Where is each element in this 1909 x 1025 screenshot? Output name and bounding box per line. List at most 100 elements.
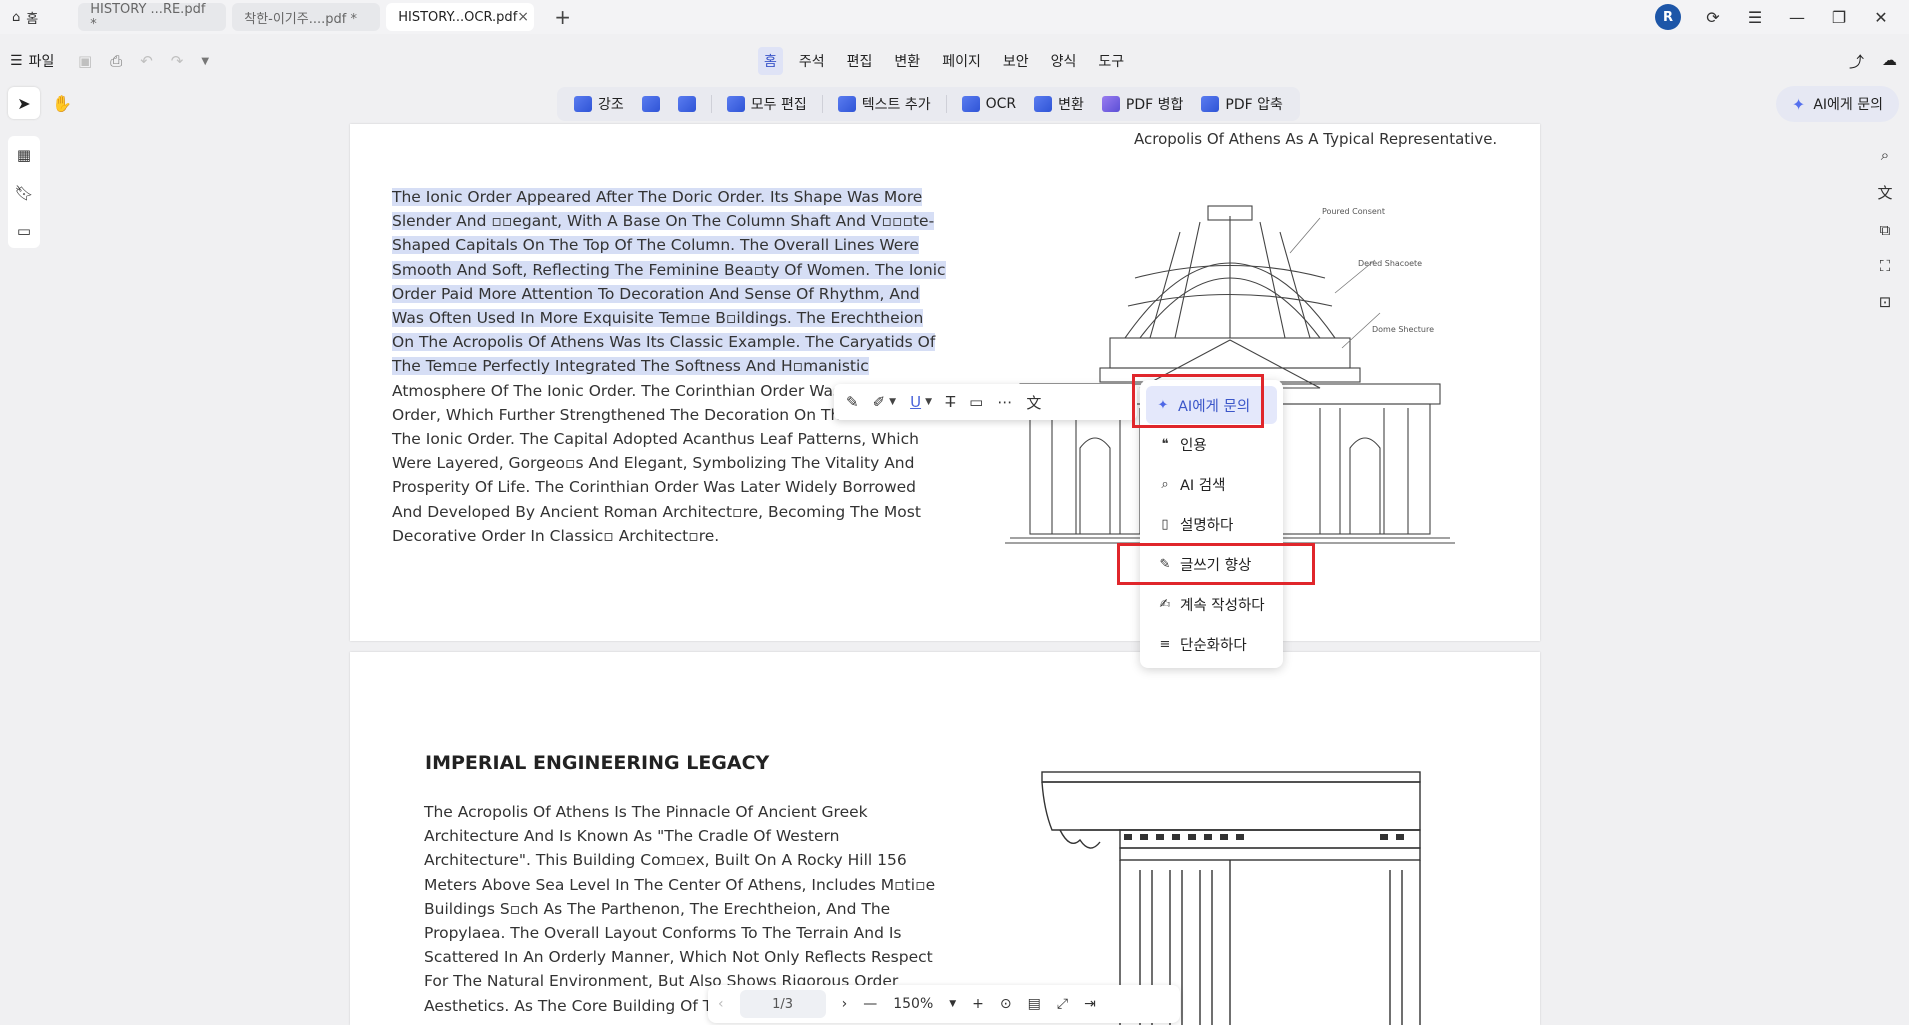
- add-text-tool[interactable]: 텍스트 추가: [831, 94, 938, 114]
- menu-home[interactable]: 홈: [758, 47, 783, 75]
- tab-document-3[interactable]: HISTORY...OCR.pdf ×: [386, 3, 535, 31]
- merge-icon: [1101, 96, 1120, 112]
- menu-convert[interactable]: 변환: [888, 47, 926, 75]
- underline-icon: U: [910, 393, 922, 411]
- compress-pdf-tool[interactable]: PDF 압축: [1194, 94, 1290, 114]
- menu-comment[interactable]: 주석: [793, 47, 831, 75]
- undo-icon[interactable]: ↶: [140, 52, 153, 70]
- edit-text-icon[interactable]: ✎: [846, 393, 859, 411]
- right-sidebar: ⌕ 文 ⧉ ⛶ ⊡: [1869, 136, 1901, 311]
- compress-icon: [1201, 96, 1220, 112]
- fit-page-icon[interactable]: ⊙: [1000, 996, 1012, 1012]
- zoom-out-icon[interactable]: —: [863, 996, 877, 1012]
- section-heading: IMPERIAL ENGINEERING LEGACY: [425, 752, 770, 774]
- selected-text-line: Slender And ▫▫egant, With A Base On The …: [392, 212, 935, 231]
- cloud-upload-icon[interactable]: ☁: [1882, 51, 1897, 72]
- merge-pdf-tool[interactable]: PDF 병합: [1095, 94, 1191, 114]
- ocr-tool[interactable]: OCR: [955, 96, 1024, 112]
- hand-tool-icon[interactable]: ✋: [46, 87, 78, 119]
- avatar[interactable]: R: [1655, 4, 1681, 30]
- zoom-in-icon[interactable]: +: [972, 996, 984, 1012]
- text-line: Prosperity Of Life. The Corinthian Order…: [392, 478, 917, 497]
- illustration-label: Dered Shacoete: [1358, 259, 1422, 268]
- text-selection-toolbar: ✎ ✐ ▼ U ▼ T̶ ▭ ⋯ 文: [834, 384, 1137, 420]
- zoom-level[interactable]: 150%: [893, 996, 933, 1012]
- highlighter-button[interactable]: ✐ ▼: [873, 393, 897, 411]
- minimize-icon[interactable]: —: [1787, 8, 1807, 27]
- translate-icon[interactable]: 文: [1877, 182, 1892, 203]
- text-line: Scattered In An Orderly Manner, Which No…: [424, 948, 933, 967]
- main-menu: 홈 주석 편집 변환 페이지 보안 양식 도구: [758, 47, 1140, 75]
- print-icon[interactable]: ⎙: [110, 52, 122, 70]
- add-tab-button[interactable]: +: [554, 5, 571, 29]
- menu-security[interactable]: 보안: [997, 47, 1035, 75]
- thumbnails-icon[interactable]: ▦: [17, 146, 31, 164]
- tab-document-1[interactable]: HISTORY ...RE.pdf *: [78, 2, 227, 32]
- highlight-tool[interactable]: 강조: [567, 94, 631, 114]
- eraser-tool[interactable]: [671, 96, 703, 112]
- edit-all-tool[interactable]: 모두 편집: [720, 94, 814, 114]
- ai-menu-continue-writing[interactable]: ✍ 계속 작성하다: [1140, 584, 1283, 624]
- menu-edit[interactable]: 편집: [841, 47, 879, 75]
- page-view-icon[interactable]: ▤: [1028, 996, 1041, 1012]
- tool-row: ➤ ✋ 강조 모두 편집 텍스트 추가 OCR 변환 PDF 병합 PDF 압축…: [0, 84, 1909, 124]
- text-line: The Ionic Order. The Capital Adopted Aca…: [392, 430, 919, 449]
- previous-page-icon[interactable]: ‹: [718, 996, 724, 1012]
- comment-icon[interactable]: ▭: [969, 393, 983, 411]
- ai-menu-ai-search[interactable]: ⌕ AI 검색: [1140, 464, 1283, 504]
- share-icon[interactable]: ⤴: [1849, 51, 1864, 72]
- menu-row: ☰ 파일 ▣ ⎙ ↶ ↷ ▼ 홈 주석 편집 변환 페이지 보안 양식 도구 ⤴…: [0, 44, 1909, 78]
- exit-icon[interactable]: ⇥: [1084, 996, 1096, 1012]
- simplify-icon: ≡: [1159, 636, 1171, 652]
- selected-text-line: Was Often Used In More Exquisite Tem▫e B…: [392, 309, 924, 328]
- underline-button[interactable]: U ▼: [910, 393, 932, 411]
- scan-icon[interactable]: ⛶: [1880, 257, 1891, 275]
- strikethrough-icon[interactable]: T̶: [946, 393, 955, 411]
- ai-menu-explain[interactable]: ▯ 설명하다: [1140, 504, 1283, 544]
- convert-icon: [1034, 96, 1053, 112]
- tab-document-2[interactable]: 착한-이기주....pdf *: [232, 3, 381, 31]
- menu-right: ⤴ ☁: [1849, 51, 1897, 72]
- fullscreen-icon[interactable]: ⤢: [1057, 996, 1068, 1012]
- close-window-icon[interactable]: ✕: [1871, 8, 1891, 27]
- ocr-scan-icon[interactable]: ⊡: [1879, 293, 1892, 311]
- ai-menu-simplify[interactable]: ≡ 단순화하다: [1140, 624, 1283, 664]
- cursor-tool-icon[interactable]: ➤: [8, 87, 40, 119]
- tab-home[interactable]: ⌂ 홈: [0, 4, 50, 30]
- restore-icon[interactable]: ❐: [1829, 8, 1849, 27]
- comment-icon[interactable]: ▭: [17, 222, 31, 240]
- toolbar-divider: [710, 95, 712, 113]
- page-indicator[interactable]: 1/3: [739, 990, 826, 1018]
- quick-actions: ▣ ⎙ ↶ ↷ ▼: [78, 52, 209, 70]
- save-icon[interactable]: ▣: [78, 52, 92, 70]
- ai-menu-quote[interactable]: ❝ 인용: [1140, 424, 1283, 464]
- chevron-down-icon: ▼: [889, 397, 897, 407]
- selected-text-line: Shaped Capitals On The Top Of The Column…: [392, 236, 919, 255]
- redo-icon[interactable]: ↷: [171, 52, 184, 70]
- search-icon[interactable]: ⌕: [1881, 146, 1889, 164]
- compare-icon[interactable]: ⧉: [1880, 221, 1891, 239]
- chevron-down-icon[interactable]: ▼: [201, 56, 209, 67]
- close-tab-icon[interactable]: ×: [517, 9, 529, 25]
- window-controls: R ⟳ ☰ — ❐ ✕: [1655, 0, 1909, 34]
- menu-page[interactable]: 페이지: [936, 47, 987, 75]
- convert-tool[interactable]: 변환: [1027, 94, 1091, 114]
- hamburger-menu-icon[interactable]: ☰: [1745, 8, 1765, 27]
- text-line: And Developed By Ancient Roman Architect…: [392, 502, 921, 521]
- support-icon[interactable]: ⟳: [1703, 8, 1723, 27]
- body-paragraph-1[interactable]: The Ionic Order Appeared After The Doric…: [392, 185, 946, 548]
- chevron-down-icon[interactable]: ▼: [949, 999, 956, 1009]
- menu-form[interactable]: 양식: [1045, 47, 1083, 75]
- translate-icon[interactable]: 文: [1026, 392, 1041, 413]
- area-highlight-tool[interactable]: [635, 96, 667, 112]
- menu-tools[interactable]: 도구: [1092, 47, 1130, 75]
- bookmark-icon[interactable]: 🔖︎: [14, 184, 33, 202]
- selected-text-line: The Ionic Order Appeared After The Doric…: [392, 188, 923, 206]
- next-page-icon[interactable]: ›: [842, 996, 848, 1012]
- annotation-highlight-box: [1117, 543, 1315, 585]
- page-navigation-bar: ‹ 1/3 › — 150% ▼ + ⊙ ▤ ⤢ ⇥: [708, 985, 1180, 1023]
- file-menu-button[interactable]: ☰ 파일: [10, 51, 54, 71]
- ask-ai-button[interactable]: ✦ AI에게 문의: [1775, 86, 1899, 122]
- highlighter-icon: ✐: [872, 393, 886, 411]
- more-icon[interactable]: ⋯: [997, 393, 1012, 411]
